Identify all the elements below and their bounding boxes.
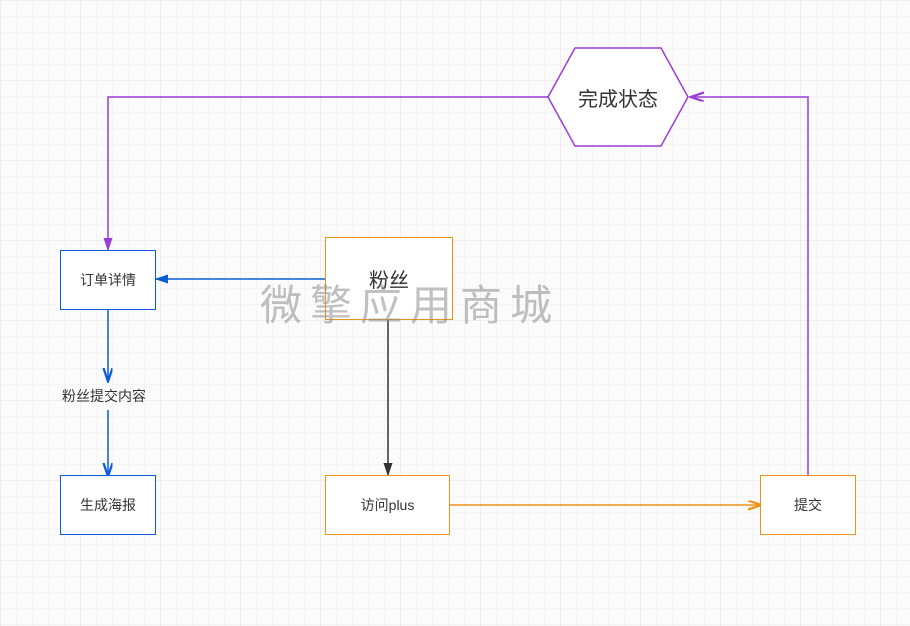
node-complete-status-label: 完成状态 <box>578 83 658 112</box>
node-generate-poster-label: 生成海报 <box>80 495 136 515</box>
node-generate-poster[interactable]: 生成海报 <box>60 475 156 535</box>
node-complete-status[interactable]: 完成状态 <box>548 48 688 146</box>
node-submit[interactable]: 提交 <box>760 475 856 535</box>
edge-submit-to-complete <box>692 97 808 475</box>
node-fans[interactable]: 粉丝 <box>325 237 453 320</box>
node-fans-label: 粉丝 <box>369 264 409 293</box>
node-order-details-label: 订单详情 <box>80 270 136 290</box>
node-visit-plus-label: 访问plus <box>361 495 415 515</box>
node-order-details[interactable]: 订单详情 <box>60 250 156 310</box>
label-fans-submit-content: 粉丝提交内容 <box>62 386 146 406</box>
edge-complete-to-order <box>108 97 548 250</box>
node-visit-plus[interactable]: 访问plus <box>325 475 450 535</box>
node-submit-label: 提交 <box>794 495 822 515</box>
